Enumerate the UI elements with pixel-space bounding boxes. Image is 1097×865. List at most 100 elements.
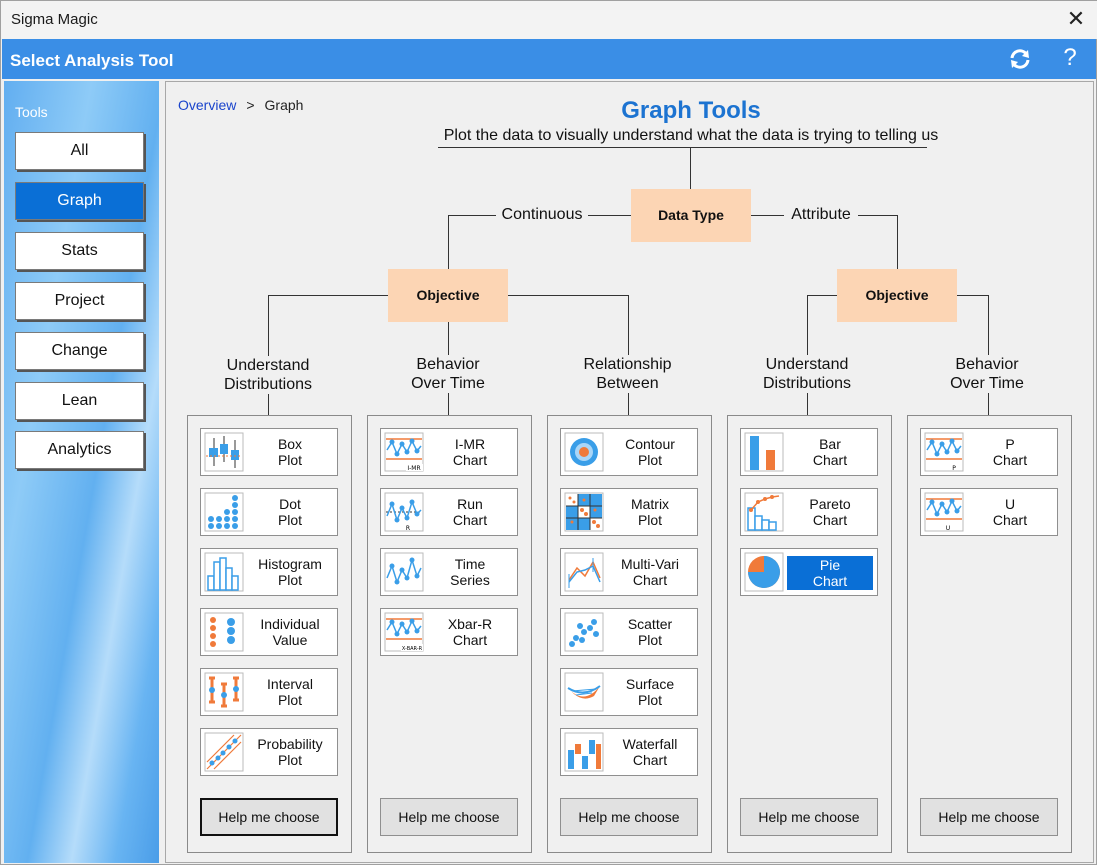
- close-icon[interactable]: ✕: [1066, 8, 1086, 30]
- tool-multi-vari-chart[interactable]: Multi-Vari Chart: [560, 548, 698, 596]
- tree-line: [268, 395, 269, 415]
- bar-chart-icon: [744, 432, 784, 472]
- tool-label: Waterfall Chart: [622, 736, 678, 768]
- help-icon[interactable]: ?: [1060, 44, 1080, 72]
- tool-label: Xbar-R Chart: [447, 616, 493, 648]
- tool-imr-chart[interactable]: I-MR I-MR Chart: [380, 428, 518, 476]
- tool-column-distributions-attribute: Bar Chart Pareto Chart Pie Chart Help me ch…: [727, 415, 892, 853]
- main-panel: Overview > Graph Graph Tools Plot the data…: [165, 81, 1094, 863]
- dot-plot-icon: [204, 492, 244, 532]
- sidebar-item-lean[interactable]: Lean: [15, 382, 144, 420]
- data-type-box: Data Type: [631, 189, 751, 242]
- tool-bar-chart[interactable]: Bar Chart: [740, 428, 878, 476]
- tool-label: Contour Plot: [625, 436, 675, 468]
- help-me-choose-button[interactable]: Help me choose: [920, 798, 1058, 836]
- column-heading: Relationship Between: [576, 355, 679, 393]
- u-chart-icon: U: [924, 492, 964, 532]
- sidebar-item-all[interactable]: All: [15, 132, 144, 170]
- objective-box-attribute: Objective: [837, 269, 957, 322]
- tool-interval-plot[interactable]: Interval Plot: [200, 668, 338, 716]
- xbar-badge-text: X-BAR-R: [402, 646, 423, 652]
- tool-contour-plot[interactable]: Contour Plot: [560, 428, 698, 476]
- tool-label: Interval Plot: [267, 676, 313, 708]
- tree-line: [628, 395, 629, 415]
- tree-line: [448, 215, 449, 269]
- matrix-plot-icon: [564, 492, 604, 532]
- tool-p-chart[interactable]: P P Chart: [920, 428, 1058, 476]
- app-window: Sigma Magic ✕ Select Analysis Tool ? Too…: [0, 0, 1097, 865]
- tree-line: [807, 395, 808, 415]
- tool-column-behavior-continuous: I-MR I-MR Chart R Run Chart Time Series X-B…: [367, 415, 532, 853]
- tool-label: Pareto Chart: [809, 496, 851, 528]
- sidebar-item-project[interactable]: Project: [15, 282, 144, 320]
- box-plot-icon: [204, 432, 244, 472]
- tool-column-distributions-continuous: Box Plot Dot Plot Histogram Plot Individual…: [187, 415, 352, 853]
- tool-label: P Chart: [992, 436, 1028, 468]
- tool-label: Multi-Vari Chart: [620, 556, 680, 588]
- sidebar-item-graph[interactable]: Graph: [15, 182, 144, 220]
- tool-pie-chart[interactable]: Pie Chart: [740, 548, 878, 596]
- refresh-icon[interactable]: [1008, 47, 1032, 71]
- title-bar: Sigma Magic ✕: [1, 1, 1097, 39]
- objective-box-continuous: Objective: [388, 269, 508, 322]
- tool-label: Box Plot: [277, 436, 303, 468]
- histogram-icon: [204, 552, 244, 592]
- tool-matrix-plot[interactable]: Matrix Plot: [560, 488, 698, 536]
- tool-u-chart[interactable]: U U Chart: [920, 488, 1058, 536]
- tool-label: Histogram Plot: [258, 556, 322, 588]
- scatter-plot-icon: [564, 612, 604, 652]
- tool-label: Surface Plot: [625, 676, 675, 708]
- help-me-choose-button[interactable]: Help me choose: [740, 798, 878, 836]
- sidebar-item-analytics[interactable]: Analytics: [15, 431, 144, 469]
- tree-line: [690, 147, 691, 189]
- tool-label: I-MR Chart: [452, 436, 488, 468]
- tool-label: Probability Plot: [257, 736, 323, 768]
- tool-label: Pie Chart: [787, 556, 873, 590]
- tool-scatter-plot[interactable]: Scatter Plot: [560, 608, 698, 656]
- probability-plot-icon: [204, 732, 244, 772]
- tool-surface-plot[interactable]: Surface Plot: [560, 668, 698, 716]
- tool-xbar-r-chart[interactable]: X-BAR-R Xbar-R Chart: [380, 608, 518, 656]
- header-bar: Select Analysis Tool ?: [2, 39, 1096, 79]
- pareto-chart-icon: [744, 492, 784, 532]
- imr-chart-icon: I-MR: [384, 432, 424, 472]
- tool-label: U Chart: [992, 496, 1028, 528]
- tool-run-chart[interactable]: R Run Chart: [380, 488, 518, 536]
- dialog-title: Select Analysis Tool: [10, 51, 174, 70]
- p-chart-icon: P: [924, 432, 964, 472]
- multi-vari-icon: [564, 552, 604, 592]
- page-title: Graph Tools: [621, 97, 761, 124]
- tool-label: Time Series: [450, 556, 490, 588]
- run-badge-text: R: [406, 525, 410, 532]
- sidebar: Tools All Graph Stats Project Change Lea…: [4, 81, 159, 863]
- sidebar-item-stats[interactable]: Stats: [15, 232, 144, 270]
- help-me-choose-button[interactable]: Help me choose: [560, 798, 698, 836]
- u-badge-text: U: [946, 525, 950, 532]
- p-badge-text: P: [952, 465, 956, 472]
- help-me-choose-button[interactable]: Help me choose: [380, 798, 518, 836]
- tool-label: Bar Chart: [812, 436, 848, 468]
- tool-probability-plot[interactable]: Probability Plot: [200, 728, 338, 776]
- xbar-r-chart-icon: X-BAR-R: [384, 612, 424, 652]
- tool-pareto-chart[interactable]: Pareto Chart: [740, 488, 878, 536]
- tool-label: Run Chart: [452, 496, 488, 528]
- sidebar-item-change[interactable]: Change: [15, 332, 144, 370]
- tool-label: Individual Value: [260, 616, 320, 648]
- tool-label: Matrix Plot: [630, 496, 670, 528]
- tool-column-behavior-attribute: P P Chart U U Chart Help me choose: [907, 415, 1072, 853]
- run-chart-icon: R: [384, 492, 424, 532]
- pie-chart-icon: [744, 552, 784, 592]
- tool-time-series[interactable]: Time Series: [380, 548, 518, 596]
- contour-plot-icon: [564, 432, 604, 472]
- help-me-choose-button[interactable]: Help me choose: [200, 798, 338, 836]
- column-heading: Behavior Over Time: [942, 355, 1032, 393]
- tool-dot-plot[interactable]: Dot Plot: [200, 488, 338, 536]
- tool-individual-value[interactable]: Individual Value: [200, 608, 338, 656]
- tool-histogram-plot[interactable]: Histogram Plot: [200, 548, 338, 596]
- imr-badge-text: I-MR: [407, 465, 420, 472]
- page-subtitle: Plot the data to visually understand wha…: [443, 127, 939, 144]
- tree-line: [448, 395, 449, 415]
- tool-box-plot[interactable]: Box Plot: [200, 428, 338, 476]
- surface-plot-icon: [564, 672, 604, 712]
- tool-waterfall-chart[interactable]: Waterfall Chart: [560, 728, 698, 776]
